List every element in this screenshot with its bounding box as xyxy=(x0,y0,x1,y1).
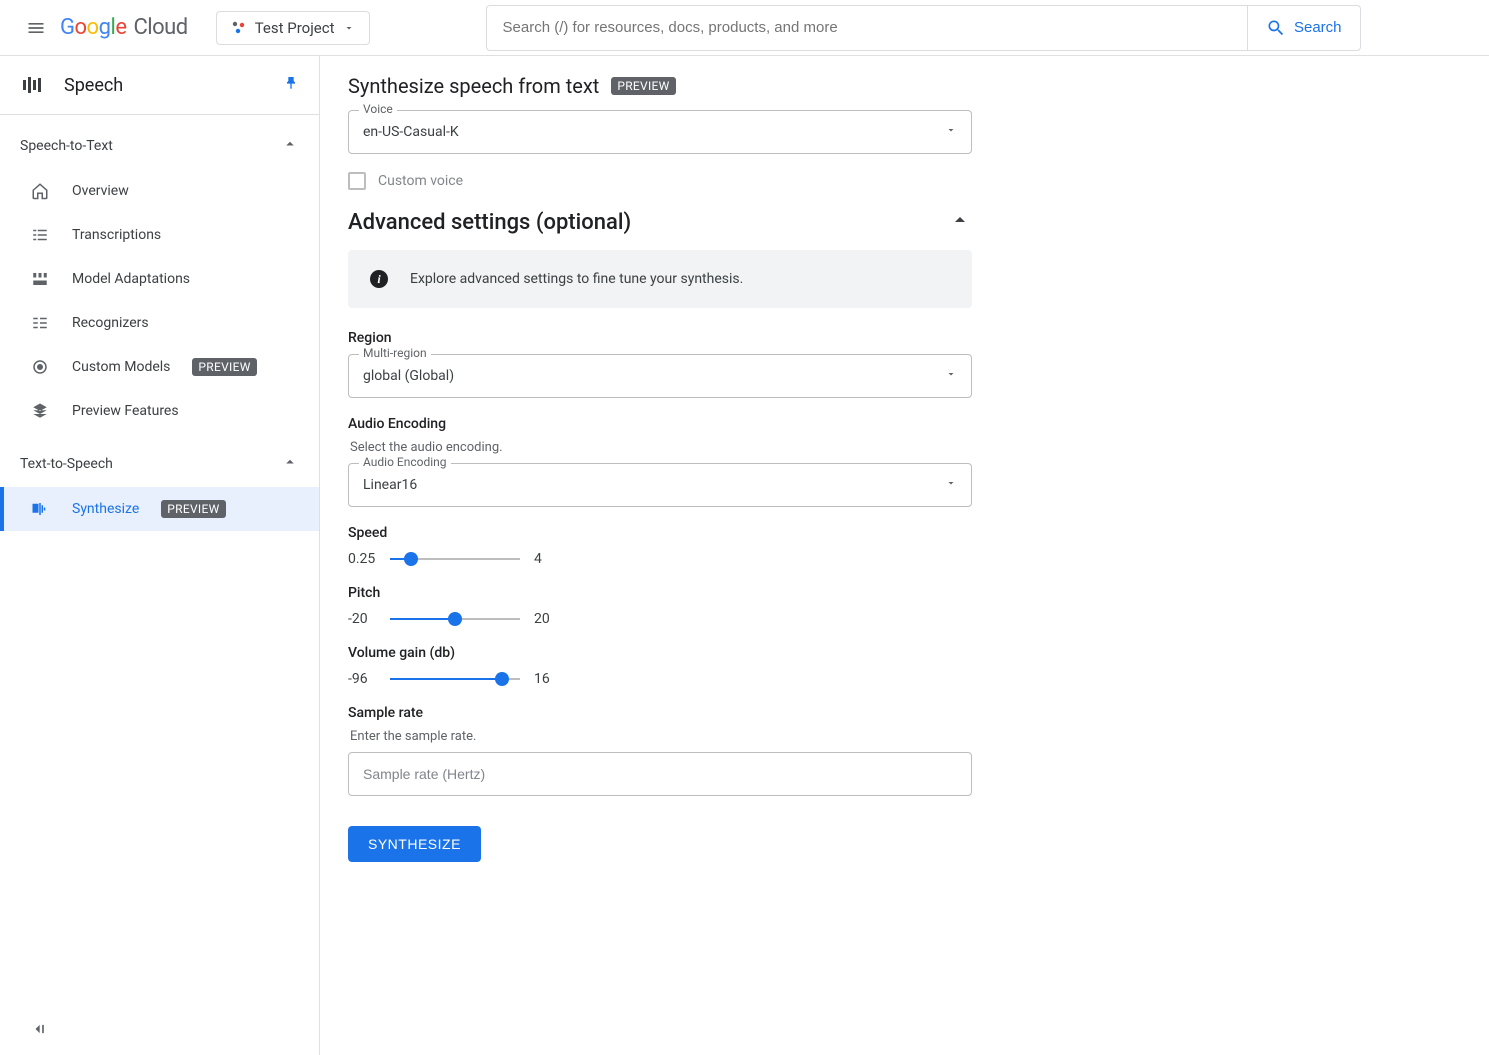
volume-slider[interactable] xyxy=(390,678,520,680)
nav-item-overview[interactable]: Overview xyxy=(0,169,319,213)
voice-select-value: en-US-Casual-K xyxy=(363,124,945,140)
model-icon xyxy=(31,358,49,376)
audio-encoding-select-label: Audio Encoding xyxy=(359,455,451,469)
top-header: Google Cloud Test Project Search xyxy=(0,0,1489,56)
nav-item-preview-features[interactable]: Preview Features xyxy=(0,389,319,433)
preview-badge: PREVIEW xyxy=(611,77,675,95)
sidebar-title: Speech xyxy=(64,75,283,96)
nav-label: Model Adaptations xyxy=(72,271,190,287)
info-text: Explore advanced settings to fine tune y… xyxy=(410,271,743,287)
main-content: Synthesize speech from text PREVIEW Voic… xyxy=(320,56,1489,1055)
pitch-slider-thumb[interactable] xyxy=(448,612,462,626)
section-text-to-speech[interactable]: Text-to-Speech xyxy=(0,441,319,487)
search-button-label: Search xyxy=(1294,19,1342,36)
chevron-down-icon xyxy=(945,368,957,384)
nav-label: Custom Models xyxy=(72,359,170,375)
volume-label: Volume gain (db) xyxy=(348,645,972,661)
chevron-down-icon xyxy=(343,22,355,34)
speed-slider-thumb[interactable] xyxy=(404,552,418,566)
nav-item-transcriptions[interactable]: Transcriptions xyxy=(0,213,319,257)
volume-min: -96 xyxy=(348,671,376,687)
chevron-down-icon xyxy=(945,477,957,493)
search-button[interactable]: Search xyxy=(1247,5,1361,51)
pitch-label: Pitch xyxy=(348,585,972,601)
volume-slider-thumb[interactable] xyxy=(495,672,509,686)
preview-badge: PREVIEW xyxy=(161,500,225,518)
chevron-up-icon xyxy=(281,453,299,475)
speed-max: 4 xyxy=(534,551,554,567)
sample-rate-help: Enter the sample rate. xyxy=(350,729,970,744)
project-name: Test Project xyxy=(255,19,335,37)
section-speech-to-text[interactable]: Speech-to-Text xyxy=(0,123,319,169)
nav-label: Recognizers xyxy=(72,315,149,331)
voice-select-label: Voice xyxy=(359,102,397,116)
audio-encoding-select-value: Linear16 xyxy=(363,477,945,493)
info-icon: i xyxy=(370,270,388,288)
page-title: Synthesize speech from text xyxy=(348,74,599,98)
collapse-icon xyxy=(28,1019,48,1039)
volume-max: 16 xyxy=(534,671,554,687)
collapse-advanced-button[interactable] xyxy=(948,208,972,236)
advanced-settings-header: Advanced settings (optional) xyxy=(348,210,948,235)
home-icon xyxy=(31,182,49,200)
speed-label: Speed xyxy=(348,525,972,541)
chevron-up-icon xyxy=(948,208,972,232)
speed-min: 0.25 xyxy=(348,551,376,567)
pin-icon xyxy=(283,75,299,91)
recognizers-icon xyxy=(31,314,49,332)
nav-label: Preview Features xyxy=(72,403,179,419)
pitch-max: 20 xyxy=(534,611,554,627)
nav-label: Overview xyxy=(72,183,129,199)
pin-button[interactable] xyxy=(283,75,299,95)
section-label: Speech-to-Text xyxy=(20,138,113,154)
search-icon xyxy=(1266,18,1286,38)
speed-slider[interactable] xyxy=(390,558,520,560)
hamburger-icon xyxy=(26,18,46,38)
synthesize-button[interactable]: SYNTHESIZE xyxy=(348,826,481,862)
search-bar: Search xyxy=(486,5,1361,51)
audio-encoding-select[interactable]: Audio Encoding Linear16 xyxy=(348,463,972,507)
chevron-down-icon xyxy=(945,124,957,140)
nav-item-custom-models[interactable]: Custom Models PREVIEW xyxy=(0,345,319,389)
scope-icon xyxy=(231,20,247,36)
nav-item-synthesize[interactable]: Synthesize PREVIEW xyxy=(0,487,319,531)
pitch-min: -20 xyxy=(348,611,376,627)
sample-rate-label: Sample rate xyxy=(348,705,972,721)
custom-voice-checkbox[interactable] xyxy=(348,172,366,190)
project-picker[interactable]: Test Project xyxy=(216,11,370,45)
voice-select[interactable]: Voice en-US-Casual-K xyxy=(348,110,972,154)
search-input[interactable] xyxy=(486,5,1247,51)
region-label: Region xyxy=(348,330,972,346)
audio-encoding-label: Audio Encoding xyxy=(348,416,972,432)
preview-badge: PREVIEW xyxy=(192,358,256,376)
adaptation-icon xyxy=(31,270,49,288)
nav-item-recognizers[interactable]: Recognizers xyxy=(0,301,319,345)
multiregion-select[interactable]: Multi-region global (Global) xyxy=(348,354,972,398)
multiregion-select-value: global (Global) xyxy=(363,368,945,384)
collapse-sidebar-button[interactable] xyxy=(28,1019,48,1043)
pitch-slider[interactable] xyxy=(390,618,520,620)
nav-item-model-adaptations[interactable]: Model Adaptations xyxy=(0,257,319,301)
layers-icon xyxy=(31,402,49,420)
sidebar-title-row: Speech xyxy=(0,56,319,115)
chevron-up-icon xyxy=(281,135,299,157)
sidebar: Speech Speech-to-Text Overview Transcrip… xyxy=(0,56,320,1055)
nav-menu-button[interactable] xyxy=(16,8,56,48)
sample-rate-input[interactable] xyxy=(348,752,972,796)
multiregion-select-label: Multi-region xyxy=(359,346,431,360)
section-label: Text-to-Speech xyxy=(20,456,113,472)
info-banner: i Explore advanced settings to fine tune… xyxy=(348,250,972,308)
speech-product-icon xyxy=(20,73,44,97)
nav-label: Transcriptions xyxy=(72,227,161,243)
nav-label: Synthesize xyxy=(72,501,139,517)
google-cloud-logo[interactable]: Google Cloud xyxy=(60,16,188,40)
list-icon xyxy=(31,226,49,244)
synthesize-icon xyxy=(31,500,49,518)
custom-voice-label: Custom voice xyxy=(378,173,463,189)
audio-encoding-help: Select the audio encoding. xyxy=(350,440,970,455)
